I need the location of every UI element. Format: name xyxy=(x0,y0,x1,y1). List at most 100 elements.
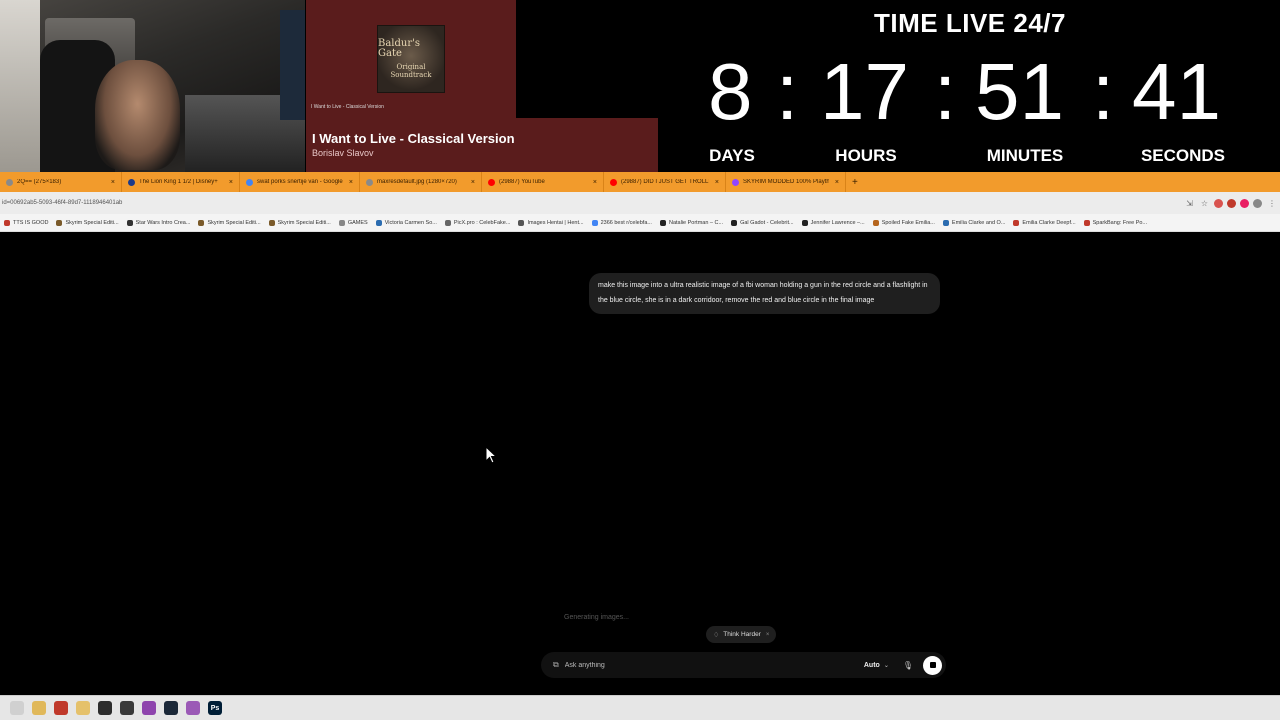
countdown-hours: 17 xyxy=(820,47,909,136)
bookmark-item[interactable]: Victoria Carmen So... xyxy=(372,219,441,226)
menu-icon[interactable]: ⋮ xyxy=(1268,199,1276,208)
browser-tab[interactable]: 2Q== (275×183) × xyxy=(0,172,122,192)
image-icon xyxy=(366,178,373,186)
bookmark-label: GAMES xyxy=(347,219,368,226)
stop-generating-button[interactable] xyxy=(923,655,942,675)
new-tab-button[interactable]: + xyxy=(846,177,864,188)
album-art-title: Baldur's Gate xyxy=(378,38,421,59)
bookmark-star-icon[interactable]: ☆ xyxy=(1201,199,1208,208)
bookmark-item[interactable]: PicX.pro : CelebFake... xyxy=(441,219,515,226)
tab-close-icon[interactable]: × xyxy=(835,179,839,186)
ask-input[interactable] xyxy=(564,661,864,669)
bookmark-label: Spoiled Fake Emilia... xyxy=(881,219,935,226)
tab-close-icon[interactable]: × xyxy=(715,179,719,186)
microphone-icon[interactable]: 🎙 xyxy=(903,661,913,670)
tab-close-icon[interactable]: × xyxy=(229,179,233,186)
think-harder-pill[interactable]: ♢ Think Harder × xyxy=(706,626,777,643)
obs-icon[interactable] xyxy=(120,701,134,715)
bookmark-favicon-icon xyxy=(375,219,382,226)
model-select-label: Auto xyxy=(863,661,880,669)
model-select[interactable]: Auto ⌄ xyxy=(864,662,889,669)
tab-label: (29887) YouTube xyxy=(499,179,545,185)
bookmark-label: TTS IS GOOD xyxy=(13,219,49,226)
bookmark-item[interactable]: Jennifer Lawrence –... xyxy=(798,219,869,226)
tab-close-icon[interactable]: × xyxy=(349,179,353,186)
windows-icon[interactable] xyxy=(10,701,24,715)
mouse-cursor-icon xyxy=(485,446,497,464)
chrome-icon[interactable] xyxy=(54,701,68,715)
bookmark-favicon-icon xyxy=(126,219,133,226)
url-field[interactable]: id=00692ab5-5093-46f4-89d7-1118946401ab xyxy=(0,200,1182,206)
bookmark-label: Images Hentai | Hent... xyxy=(527,219,584,226)
bookmark-label: SparkBang: Free Po... xyxy=(1092,219,1148,226)
bookmark-item[interactable]: Skyrim Special Editi... xyxy=(265,219,335,226)
tab-close-icon[interactable]: × xyxy=(111,179,115,186)
tab-label: 2Q== (275×183) xyxy=(17,179,62,185)
now-playing-artist: Borislav Slavov xyxy=(312,148,374,158)
browser-tab[interactable]: swat porks snertije van - Google × xyxy=(240,172,360,192)
chevron-down-icon: ⌄ xyxy=(883,662,889,669)
bookmark-item[interactable]: Images Hentai | Hent... xyxy=(514,219,587,226)
notes-icon[interactable] xyxy=(76,701,90,715)
countdown-minutes: 51 xyxy=(975,47,1064,136)
folder-icon[interactable] xyxy=(32,701,46,715)
bookmark-item[interactable]: Star Wars Intro Crea... xyxy=(123,219,195,226)
bookmark-favicon-icon xyxy=(591,219,598,226)
twitch-icon xyxy=(732,178,739,186)
extension-icon[interactable] xyxy=(1227,198,1236,208)
bookmark-item[interactable]: Skyrim Special Editi... xyxy=(52,219,122,226)
bookmark-favicon-icon xyxy=(659,219,666,226)
steam-icon[interactable] xyxy=(164,701,178,715)
tab-label: SKYRIM MODDED 100% Playthr xyxy=(743,179,829,185)
terminal-icon[interactable] xyxy=(98,701,112,715)
bookmark-item[interactable]: SparkBang: Free Po... xyxy=(1080,219,1151,226)
extension-icon[interactable] xyxy=(1240,198,1249,208)
browser-tab[interactable]: maxresdefault.jpg (1280×720) × xyxy=(360,172,482,192)
countdown-seconds: 41 xyxy=(1132,47,1221,136)
app-icon[interactable] xyxy=(142,701,156,715)
bookmark-item[interactable]: Skyrim Special Editi... xyxy=(194,219,264,226)
bookmark-label: PicX.pro : CelebFake... xyxy=(453,219,511,226)
album-art-subtitle: Original Soundtrack xyxy=(390,63,432,79)
bookmark-item[interactable]: Gal Gadot - Celebrit... xyxy=(727,219,798,226)
bookmark-item[interactable]: 2366 best r/celebfa... xyxy=(588,219,656,226)
bookmark-item[interactable]: Emilia Clarke and O... xyxy=(939,219,1010,226)
generating-status: Generating images... xyxy=(564,614,629,621)
countdown-title: TIME LIVE 24/7 xyxy=(874,8,1066,38)
bookmark-favicon-icon xyxy=(268,219,275,226)
now-playing-small-caption: I Want to Live - Classical Version xyxy=(311,104,384,110)
address-bar: id=00692ab5-5093-46f4-89d7-1118946401ab … xyxy=(0,192,1280,214)
tab-label: The Lion King 1 1/2 | Disney+ xyxy=(139,179,218,185)
browser-tab[interactable]: The Lion King 1 1/2 | Disney+ × xyxy=(122,172,240,192)
bookmark-item[interactable]: Emilia Clarke Deepf... xyxy=(1009,219,1079,226)
bookmark-favicon-icon xyxy=(4,219,10,226)
install-icon[interactable]: ⇲ xyxy=(1186,199,1193,208)
photoshop-icon[interactable]: Ps xyxy=(208,701,222,715)
disney-icon xyxy=(128,178,135,186)
bookmark-favicon-icon xyxy=(338,219,345,226)
user-message-bubble: make this image into a ultra realistic i… xyxy=(589,273,940,314)
tab-label: (29887) DID I JUST GET TROLL! xyxy=(621,179,709,185)
bookmark-label: 2366 best r/celebfa... xyxy=(600,219,652,226)
close-icon[interactable]: × xyxy=(766,632,770,638)
bookmark-item[interactable]: GAMES xyxy=(335,219,372,226)
bookmark-label: Victoria Carmen So... xyxy=(384,219,437,226)
now-playing-title: I Want to Live - Classical Version xyxy=(312,131,515,146)
attach-icon[interactable]: ⧉ xyxy=(553,660,559,670)
bookmark-favicon-icon xyxy=(731,219,738,226)
bookmark-favicon-icon xyxy=(1083,219,1090,226)
browser-tab[interactable]: (29887) YouTube × xyxy=(482,172,604,192)
extension-icon[interactable] xyxy=(1214,198,1223,208)
bookmark-item[interactable]: TTS IS GOOD xyxy=(0,219,52,226)
bookmark-item[interactable]: Natalie Portman – C... xyxy=(656,219,727,226)
bookmark-item[interactable]: Spoiled Fake Emilia... xyxy=(869,219,939,226)
think-harder-label: Think Harder xyxy=(723,631,761,638)
browser-tab[interactable]: SKYRIM MODDED 100% Playthr × xyxy=(726,172,846,192)
tab-close-icon[interactable]: × xyxy=(471,179,475,186)
settings-icon[interactable] xyxy=(186,701,200,715)
tab-close-icon[interactable]: × xyxy=(593,179,597,186)
browser-tab[interactable]: (29887) DID I JUST GET TROLL! × xyxy=(604,172,726,192)
extension-icon[interactable] xyxy=(1253,198,1262,208)
countdown-minutes-label: MINUTES xyxy=(986,146,1064,165)
bookmark-label: Skyrim Special Editi... xyxy=(207,219,261,226)
